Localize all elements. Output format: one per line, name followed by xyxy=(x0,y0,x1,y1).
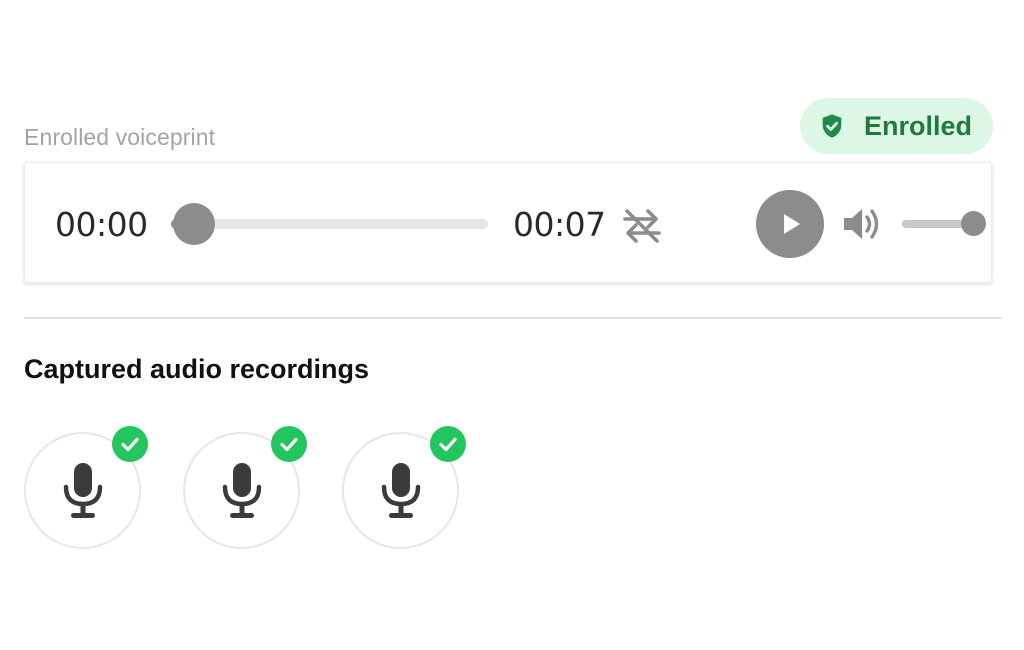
volume-button[interactable] xyxy=(841,204,885,244)
recordings-list xyxy=(24,426,466,549)
section-label: Enrolled voiceprint xyxy=(24,124,216,150)
microphone-icon xyxy=(379,461,423,521)
volume-handle[interactable] xyxy=(961,211,986,236)
seek-bar[interactable] xyxy=(171,219,488,229)
shield-check-icon xyxy=(818,112,846,140)
duration-time: 00:07 xyxy=(513,205,606,244)
recording-item[interactable] xyxy=(183,426,307,549)
loop-toggle-button[interactable] xyxy=(619,203,665,249)
seek-handle[interactable] xyxy=(173,203,216,245)
volume-icon xyxy=(844,209,879,239)
check-icon xyxy=(271,426,307,462)
play-icon xyxy=(784,214,800,234)
section-divider xyxy=(24,317,1002,319)
play-button[interactable] xyxy=(756,190,824,258)
audio-player: 00:00 00:07 xyxy=(24,162,992,283)
recording-item[interactable] xyxy=(24,426,148,549)
enrolled-status-badge: Enrolled xyxy=(800,98,993,154)
status-badge-label: Enrolled xyxy=(864,110,973,141)
recordings-title: Captured audio recordings xyxy=(24,354,370,384)
check-icon xyxy=(430,426,466,462)
recording-item[interactable] xyxy=(342,426,466,549)
microphone-icon xyxy=(220,461,264,521)
check-icon xyxy=(112,426,148,462)
microphone-icon xyxy=(61,461,105,521)
loop-off-icon xyxy=(623,209,661,243)
current-time: 00:00 xyxy=(55,205,148,244)
